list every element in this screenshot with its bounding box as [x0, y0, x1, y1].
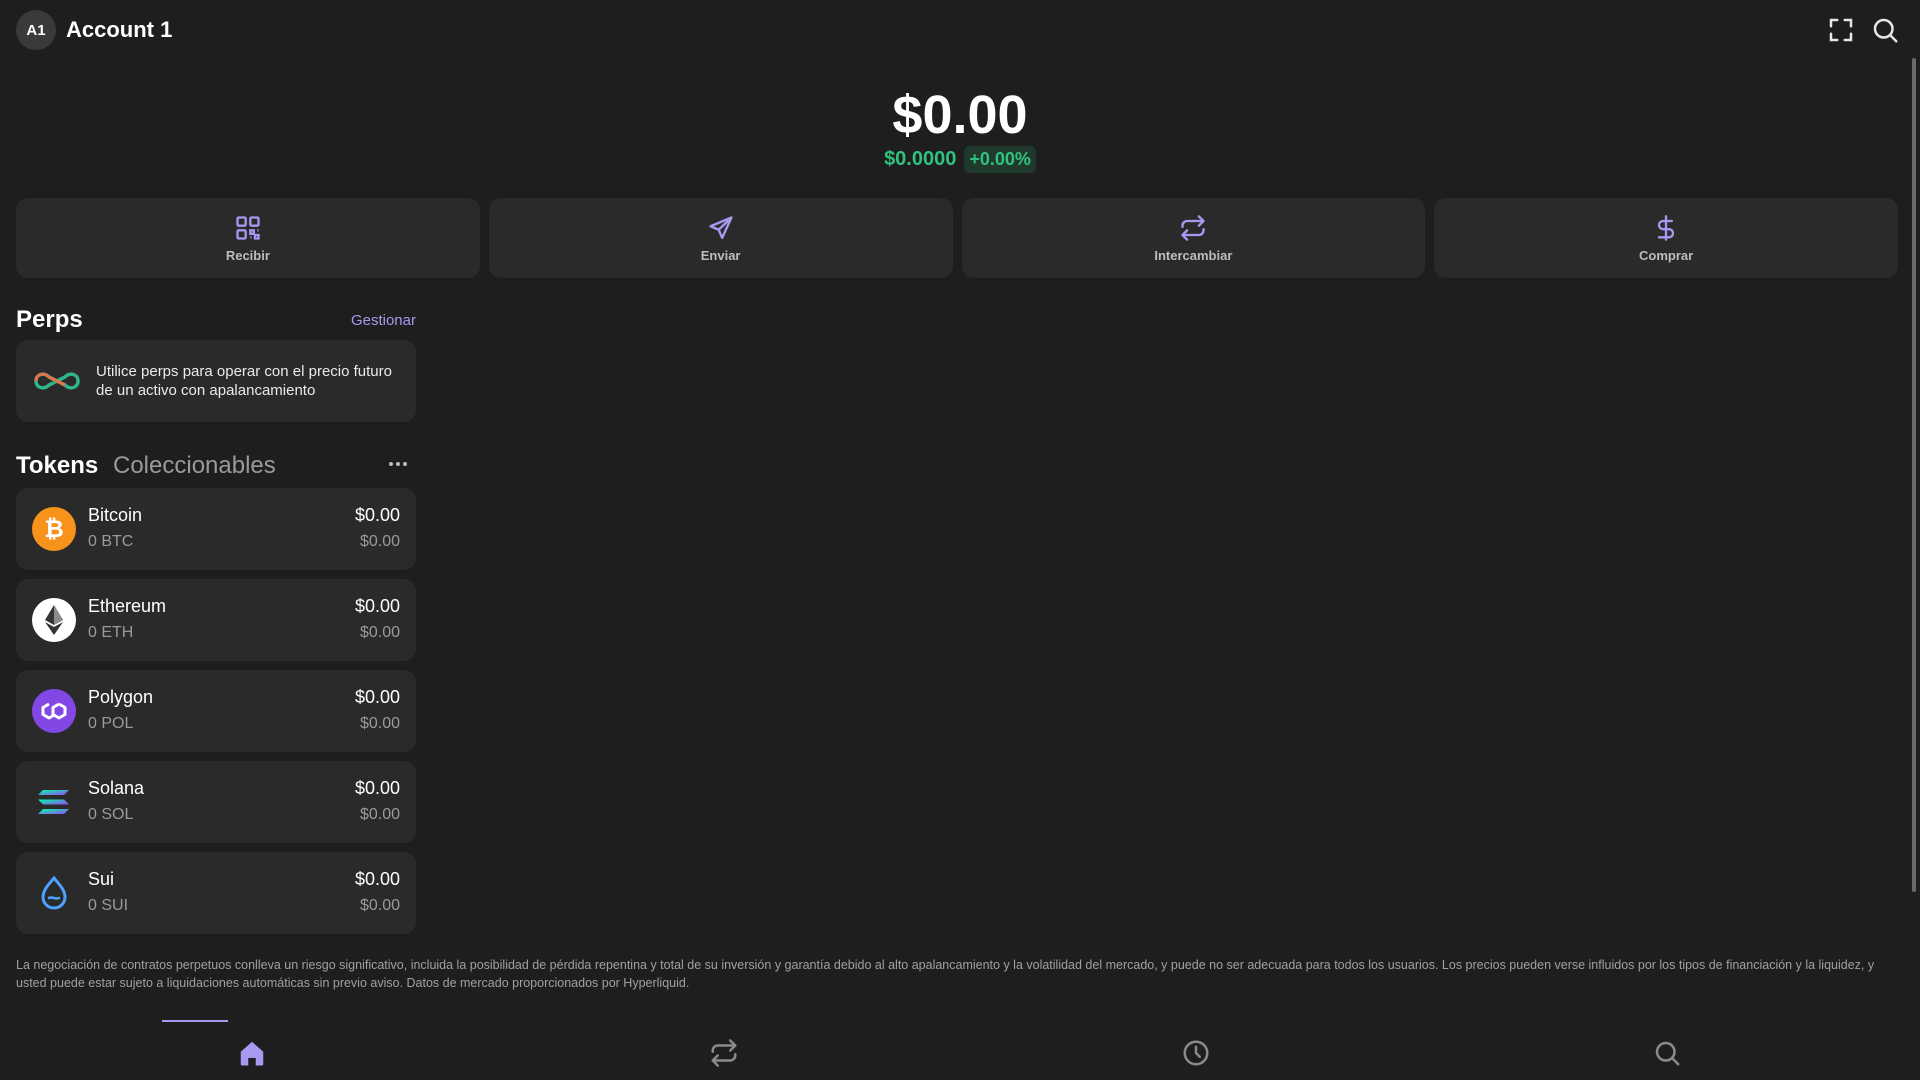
history-icon[interactable]: [1181, 1038, 1211, 1068]
token-value: $0.00: [354, 778, 400, 798]
ethereum-icon: [32, 598, 76, 642]
token-value: $0.00: [354, 596, 400, 616]
swap-nav-icon[interactable]: [709, 1038, 739, 1068]
total-balance: $0.00: [892, 85, 1028, 145]
token-value-secondary: $0.00: [359, 806, 400, 823]
token-row-solana[interactable]: Solana 0 SOL $0.00 $0.00: [16, 761, 416, 843]
token-amount: 0 SUI: [88, 897, 129, 914]
token-row-polygon[interactable]: Polygon 0 POL $0.00 $0.00: [16, 670, 416, 752]
bitcoin-icon: ₿: [32, 507, 76, 551]
receive-label: Recibir: [225, 247, 270, 263]
send-icon: [707, 214, 735, 242]
expand-icon[interactable]: [1826, 15, 1856, 45]
search-icon[interactable]: [1870, 15, 1900, 45]
receive-button[interactable]: Recibir: [16, 198, 480, 278]
top-bar: A1 Account 1: [16, 10, 1900, 50]
token-value: $0.00: [354, 505, 400, 525]
send-label: Enviar: [700, 247, 741, 263]
token-amount: 0 SOL: [88, 806, 134, 823]
change-value: $0.0000: [884, 148, 957, 170]
buy-label: Comprar: [1639, 247, 1694, 263]
token-value-secondary: $0.00: [359, 897, 400, 914]
action-bar: Recibir Enviar Intercambiar Comprar: [16, 198, 1898, 278]
token-list: ₿ Bitcoin 0 BTC $0.00 $0.00 Ethereum 0 E…: [16, 488, 416, 934]
token-value-secondary: $0.00: [359, 715, 400, 732]
dollar-icon: [1652, 214, 1680, 242]
more-options-icon[interactable]: [386, 452, 410, 476]
token-row-bitcoin[interactable]: ₿ Bitcoin 0 BTC $0.00 $0.00: [16, 488, 416, 570]
token-name: Sui: [88, 869, 115, 889]
perps-title: Perps: [16, 306, 83, 333]
account-name[interactable]: Account 1: [66, 17, 172, 43]
send-button[interactable]: Enviar: [488, 198, 953, 278]
token-name: Ethereum: [88, 596, 167, 616]
swap-label: Intercambiar: [1154, 247, 1233, 263]
search-nav-icon[interactable]: [1652, 1038, 1682, 1068]
asset-tabs: Tokens Coleccionables: [16, 444, 416, 484]
active-tab-indicator: [162, 1020, 228, 1022]
perps-description: Utilice perps para operar con el precio …: [96, 363, 392, 399]
sui-icon: [32, 871, 76, 915]
tab-collectibles[interactable]: Coleccionables: [113, 452, 276, 480]
token-value-secondary: $0.00: [359, 533, 400, 550]
token-amount: 0 ETH: [88, 624, 134, 641]
token-amount: 0 BTC: [88, 533, 134, 550]
bottom-nav: [0, 1020, 1920, 1080]
token-value-secondary: $0.00: [359, 624, 400, 641]
polygon-icon: [32, 689, 76, 733]
token-name: Solana: [88, 778, 145, 798]
token-row-ethereum[interactable]: Ethereum 0 ETH $0.00 $0.00: [16, 579, 416, 661]
perps-header: Perps Gestionar: [16, 300, 416, 340]
change-percent-badge: +0.00%: [964, 146, 1036, 173]
swap-button[interactable]: Intercambiar: [961, 198, 1426, 278]
token-amount: 0 POL: [88, 715, 134, 732]
perps-card[interactable]: Utilice perps para operar con el precio …: [16, 340, 416, 422]
disclaimer-text: La negociación de contratos perpetuos co…: [16, 958, 1875, 990]
balance-change: $0.0000 +0.00%: [0, 146, 1920, 173]
token-name: Polygon: [88, 687, 154, 707]
left-column: Perps Gestionar Utilice perps para opera…: [16, 300, 416, 934]
manage-link[interactable]: Gestionar: [351, 312, 416, 329]
buy-button[interactable]: Comprar: [1434, 198, 1898, 278]
svg-text:₿: ₿: [44, 515, 64, 543]
qr-code-icon: [234, 214, 262, 242]
swap-icon: [1179, 214, 1207, 242]
token-row-sui[interactable]: Sui 0 SUI $0.00 $0.00: [16, 852, 416, 934]
token-name: Bitcoin: [88, 505, 143, 525]
tab-tokens[interactable]: Tokens: [16, 452, 98, 480]
solana-icon: [32, 780, 76, 824]
home-icon[interactable]: [237, 1038, 267, 1068]
perps-infinity-icon: [32, 366, 82, 396]
avatar[interactable]: A1: [16, 10, 56, 50]
token-value: $0.00: [354, 869, 400, 889]
token-value: $0.00: [354, 687, 400, 707]
scrollbar[interactable]: [1912, 58, 1916, 892]
